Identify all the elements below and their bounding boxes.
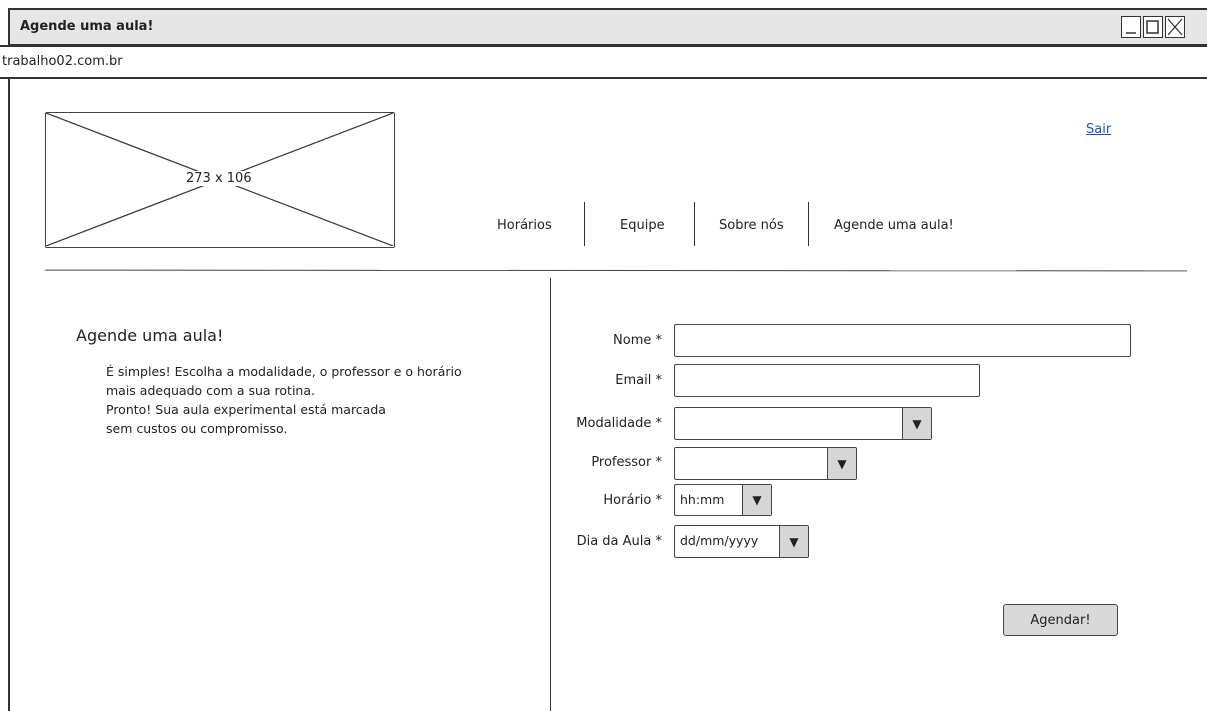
dia-aula-select[interactable]: dd/mm/yyyy ▼ [674, 525, 809, 558]
window-title: Agende uma aula! [20, 19, 154, 34]
modalidade-label: Modalidade * [576, 416, 662, 431]
email-field[interactable] [674, 364, 980, 397]
intro-text-line: Pronto! Sua aula experimental está marca… [106, 402, 386, 417]
address-url: trabalho02.com.br [2, 54, 123, 69]
window-left-border [8, 79, 10, 711]
nome-field[interactable] [674, 324, 1131, 357]
chevron-down-icon[interactable]: ▼ [742, 485, 771, 515]
nav-item-agende[interactable]: Agende uma aula! [834, 218, 954, 233]
horario-value: hh:mm [680, 492, 725, 507]
logo-dimensions-label: 273 x 106 [184, 171, 254, 186]
chevron-down-icon[interactable]: ▼ [779, 526, 808, 557]
dia-aula-value: dd/mm/yyyy [680, 533, 759, 548]
intro-text-line: mais adequado com a sua rotina. [106, 383, 315, 398]
logo-placeholder: 273 x 106 [45, 112, 395, 248]
nav-divider [694, 202, 695, 246]
intro-title: Agende uma aula! [76, 326, 224, 345]
logout-link[interactable]: Sair [1086, 122, 1111, 137]
intro-text-line: É simples! Escolha a modalidade, o profe… [106, 364, 462, 379]
email-label: Email * [615, 373, 662, 388]
close-icon[interactable] [1165, 16, 1185, 38]
dia-label: Dia da Aula * [576, 534, 662, 549]
professor-label: Professor * [591, 455, 662, 470]
title-bar: Agende uma aula! [10, 10, 1207, 46]
minimize-icon[interactable] [1121, 16, 1141, 38]
nav-item-horarios[interactable]: Horários [497, 218, 552, 233]
content-divider [550, 278, 551, 711]
maximize-icon[interactable] [1143, 16, 1163, 38]
agendar-button[interactable]: Agendar! [1003, 604, 1118, 636]
nav-divider [584, 202, 585, 246]
intro-text-line: sem custos ou compromisso. [106, 421, 288, 436]
modalidade-select[interactable]: ▼ [674, 407, 932, 440]
address-bar[interactable]: trabalho02.com.br [0, 45, 1207, 79]
chevron-down-icon[interactable]: ▼ [902, 408, 931, 439]
horario-select[interactable]: hh:mm ▼ [674, 484, 772, 516]
nome-label: Nome * [613, 333, 662, 348]
nav-item-sobre-nos[interactable]: Sobre nós [719, 218, 784, 233]
nav-divider [808, 202, 809, 246]
professor-select[interactable]: ▼ [674, 447, 857, 480]
chevron-down-icon[interactable]: ▼ [827, 448, 856, 479]
horario-label: Horário * [603, 493, 662, 508]
nav-item-equipe[interactable]: Equipe [620, 218, 665, 233]
